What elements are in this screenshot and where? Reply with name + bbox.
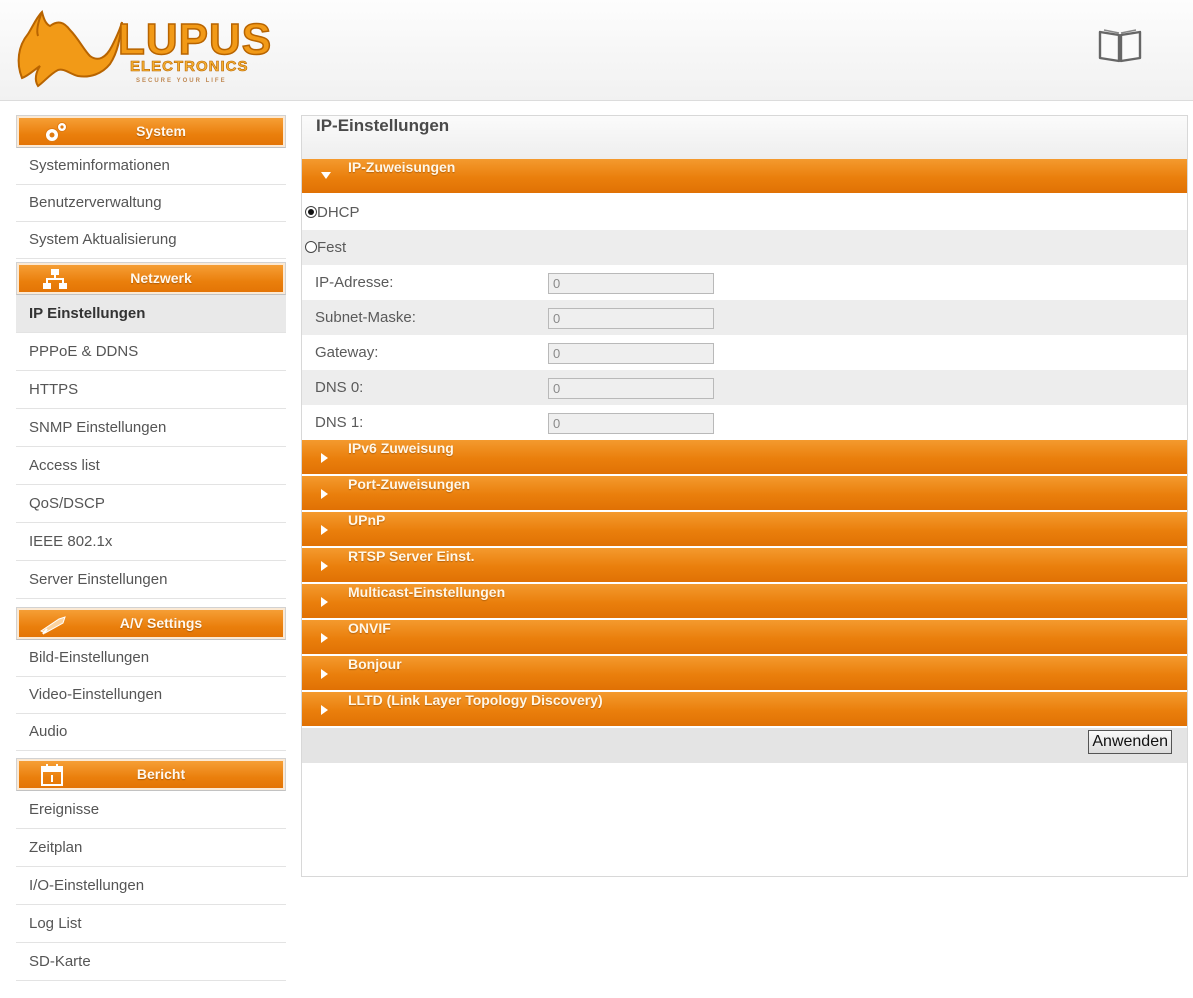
sidebar-item-qos-dscp[interactable]: QoS/DSCP bbox=[16, 485, 286, 523]
gateway-label: Gateway: bbox=[315, 344, 379, 361]
accordion-upnp[interactable]: UPnP bbox=[302, 512, 1187, 548]
subnet-mask-input[interactable] bbox=[548, 308, 714, 329]
sidebar-item-access-list[interactable]: Access list bbox=[16, 447, 286, 485]
apply-button[interactable]: Anwenden bbox=[1088, 730, 1172, 754]
sidebar-item-system-aktualisierung[interactable]: System Aktualisierung bbox=[16, 222, 286, 259]
sidebar-item-sd-karte[interactable]: SD-Karte bbox=[16, 943, 286, 981]
gateway-row: Gateway: bbox=[302, 335, 1187, 370]
sidebar-item-systeminformationen[interactable]: Systeminformationen bbox=[16, 148, 286, 185]
sidebar-item-video-einstellungen[interactable]: Video-Einstellungen bbox=[16, 677, 286, 714]
logo-wordmark: LUPUS bbox=[117, 15, 273, 64]
sidebar-item-ieee-8021x[interactable]: IEEE 802.1x bbox=[16, 523, 286, 561]
accordion-label: RTSP Server Einst. bbox=[348, 548, 475, 564]
sidebar-section-label: System bbox=[136, 123, 186, 139]
dns1-label: DNS 1: bbox=[315, 414, 364, 431]
caret-right-icon bbox=[321, 633, 328, 643]
sidebar-item-log-list[interactable]: Log List bbox=[16, 905, 286, 943]
caret-right-icon bbox=[321, 705, 328, 715]
book-icon[interactable] bbox=[1097, 26, 1143, 64]
accordion-bonjour[interactable]: Bonjour bbox=[302, 656, 1187, 692]
sidebar-section-netzwerk[interactable]: Netzwerk bbox=[16, 262, 286, 295]
settings-panel: IP-Einstellungen IP-Zuweisungen DHCP Fes… bbox=[301, 115, 1188, 877]
gateway-input[interactable] bbox=[548, 343, 714, 364]
subnet-mask-label: Subnet-Maske: bbox=[315, 309, 416, 326]
subnet-mask-row: Subnet-Maske: bbox=[302, 300, 1187, 335]
accordion-label: UPnP bbox=[348, 512, 386, 528]
dns1-input[interactable] bbox=[548, 413, 714, 434]
sidebar-section-label: A/V Settings bbox=[119, 615, 203, 631]
caret-right-icon bbox=[321, 489, 328, 499]
sidebar-section-av-settings[interactable]: A/V Settings bbox=[16, 607, 286, 640]
accordion-label: LLTD (Link Layer Topology Discovery) bbox=[348, 692, 603, 708]
accordion-label: Port-Zuweisungen bbox=[348, 476, 471, 492]
accordion-onvif[interactable]: ONVIF bbox=[302, 620, 1187, 656]
sidebar-section-bericht[interactable]: Bericht bbox=[16, 758, 286, 791]
dhcp-label: DHCP bbox=[317, 204, 360, 221]
sidebar-section-system[interactable]: System bbox=[16, 115, 286, 148]
fest-option-row: Fest bbox=[302, 230, 1187, 265]
accordion-port-zuweisungen[interactable]: Port-Zuweisungen bbox=[302, 476, 1187, 512]
dns0-label: DNS 0: bbox=[315, 379, 364, 396]
sidebar-item-zeitplan[interactable]: Zeitplan bbox=[16, 829, 286, 867]
sidebar: System Systeminformationen Benutzerverwa… bbox=[16, 115, 286, 981]
sidebar-section-label: Netzwerk bbox=[130, 270, 192, 286]
dns1-row: DNS 1: bbox=[302, 405, 1187, 440]
lupus-logo: LUPUS ELECTRONICS SECURE YOUR LIFE bbox=[14, 6, 289, 92]
sidebar-item-benutzerverwaltung[interactable]: Benutzerverwaltung bbox=[16, 185, 286, 222]
sidebar-item-pppoe-ddns[interactable]: PPPoE & DDNS bbox=[16, 333, 286, 371]
sidebar-item-snmp-einstellungen[interactable]: SNMP Einstellungen bbox=[16, 409, 286, 447]
sidebar-item-ip-einstellungen[interactable]: IP Einstellungen bbox=[16, 295, 286, 333]
sidebar-item-io-einstellungen[interactable]: I/O-Einstellungen bbox=[16, 867, 286, 905]
dhcp-option-row: DHCP bbox=[302, 195, 1187, 230]
accordion-label: IPv6 Zuweisung bbox=[348, 440, 454, 456]
ip-address-row: IP-Adresse: bbox=[302, 265, 1187, 300]
dns0-input[interactable] bbox=[548, 378, 714, 399]
wolf-logo-icon bbox=[17, 10, 123, 88]
sidebar-item-audio[interactable]: Audio bbox=[16, 714, 286, 751]
accordion-rtsp-server[interactable]: RTSP Server Einst. bbox=[302, 548, 1187, 584]
fest-radio[interactable] bbox=[305, 241, 317, 253]
dns0-row: DNS 0: bbox=[302, 370, 1187, 405]
sidebar-item-server-einstellungen[interactable]: Server Einstellungen bbox=[16, 561, 286, 599]
accordion-lltd[interactable]: LLTD (Link Layer Topology Discovery) bbox=[302, 692, 1187, 728]
fest-label: Fest bbox=[317, 239, 347, 256]
ip-address-label: IP-Adresse: bbox=[315, 274, 394, 291]
caret-right-icon bbox=[321, 669, 328, 679]
accordion-label: Multicast-Einstellungen bbox=[348, 584, 506, 600]
accordion-label: ONVIF bbox=[348, 620, 391, 636]
header-bar: LUPUS ELECTRONICS SECURE YOUR LIFE bbox=[0, 0, 1193, 101]
sidebar-item-https[interactable]: HTTPS bbox=[16, 371, 286, 409]
accordion-label: IP-Zuweisungen bbox=[348, 159, 456, 175]
sidebar-item-bild-einstellungen[interactable]: Bild-Einstellungen bbox=[16, 640, 286, 677]
caret-right-icon bbox=[321, 453, 328, 463]
accordion-ipv6-zuweisung[interactable]: IPv6 Zuweisung bbox=[302, 440, 1187, 476]
caret-right-icon bbox=[321, 597, 328, 607]
accordion-multicast[interactable]: Multicast-Einstellungen bbox=[302, 584, 1187, 620]
logo-tagline: SECURE YOUR LIFE bbox=[136, 78, 227, 84]
caret-right-icon bbox=[321, 525, 328, 535]
page-title: IP-Einstellungen bbox=[302, 116, 1187, 159]
logo-subtitle: ELECTRONICS bbox=[130, 58, 249, 76]
accordion-label: Bonjour bbox=[348, 656, 402, 672]
sidebar-item-ereignisse[interactable]: Ereignisse bbox=[16, 791, 286, 829]
sidebar-section-label: Bericht bbox=[136, 766, 186, 782]
apply-bar: Anwenden bbox=[302, 728, 1187, 763]
ip-address-input[interactable] bbox=[548, 273, 714, 294]
caret-down-icon bbox=[321, 172, 331, 179]
dhcp-radio[interactable] bbox=[305, 206, 317, 218]
accordion-ip-zuweisungen[interactable]: IP-Zuweisungen bbox=[302, 159, 1187, 195]
caret-right-icon bbox=[321, 561, 328, 571]
